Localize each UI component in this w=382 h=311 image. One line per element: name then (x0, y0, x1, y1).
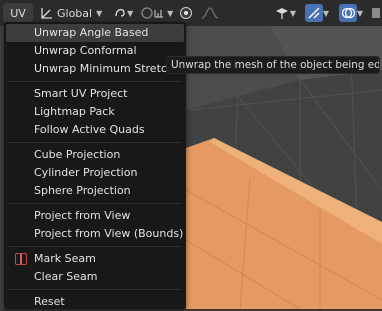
menu-separator (8, 81, 182, 82)
chevron-down-icon: ▼ (167, 8, 174, 18)
menu-item-label: Follow Active Quads (34, 123, 145, 136)
visibility-dropdown[interactable]: ▼ (271, 3, 299, 23)
menu-item-clear-seam[interactable]: Clear Seam (4, 268, 186, 286)
menu-item-label: Project from View (34, 209, 131, 222)
menu-item-project-from-view-bounds[interactable]: Project from View (Bounds) (4, 225, 186, 243)
chevron-down-icon: ▼ (289, 8, 297, 18)
tooltip-text: Unwrap the mesh of the object being edit… (171, 59, 379, 71)
falloff-dropdown[interactable] (198, 3, 222, 23)
shading-button[interactable] (370, 3, 382, 23)
proportional-edit-toggle[interactable] (177, 3, 195, 23)
uv-menu-label: UV (10, 6, 26, 20)
menu-item-label: Lightmap Pack (34, 105, 115, 118)
menu-separator (8, 246, 182, 247)
menu-item-sphere-projection[interactable]: Sphere Projection (4, 182, 186, 200)
menu-item-project-from-view[interactable]: Project from View (4, 207, 186, 225)
menu-item-label: Clear Seam (34, 270, 98, 283)
menu-item-label: Unwrap Angle Based (34, 26, 149, 39)
menu-item-follow-active-quads[interactable]: Follow Active Quads (4, 121, 186, 139)
menu-separator (8, 203, 182, 204)
menu-item-label: Smart UV Project (34, 87, 128, 100)
tooltip: Unwrap the mesh of the object being edit… (166, 56, 380, 74)
overlay-dropdown[interactable]: ▼ (335, 3, 367, 23)
gizmo-icon (304, 4, 323, 22)
shading-icon (371, 6, 381, 20)
falloff-icon (201, 7, 219, 19)
chevron-down-icon: ▼ (127, 8, 134, 18)
orientation-dropdown[interactable]: Global ▼ (36, 3, 106, 23)
pivot-icon (113, 6, 127, 20)
menu-item-label: Mark Seam (34, 252, 96, 265)
pivot-point-dropdown[interactable]: ▼ (109, 3, 137, 23)
visibility-icon (274, 6, 290, 20)
chevron-down-icon: ▼ (96, 8, 103, 18)
menu-separator (8, 289, 182, 290)
mark-seam-icon (15, 253, 27, 265)
menu-item-cylinder-projection[interactable]: Cylinder Projection (4, 164, 186, 182)
menu-item-label: Cylinder Projection (34, 166, 138, 179)
menu-item-mark-seam[interactable]: Mark Seam (4, 250, 186, 268)
orientation-label: Global (57, 6, 93, 20)
overlay-icon (338, 4, 357, 22)
menu-item-label: Reset (34, 295, 65, 308)
chevron-down-icon: ▼ (356, 8, 364, 18)
menu-separator (8, 142, 182, 143)
menu-item-label: Project from View (Bounds) (34, 227, 184, 240)
menu-item-label: Sphere Projection (34, 184, 131, 197)
uv-menu-button[interactable]: UV (3, 3, 33, 23)
menu-item-reset[interactable]: Reset (4, 293, 186, 311)
proportional-edit-icon (179, 6, 193, 20)
orientation-icon (40, 7, 53, 20)
menu-item-unwrap-conformal[interactable]: Unwrap Conformal (4, 42, 186, 60)
menu-item-label: Unwrap Minimum Stretch (34, 62, 174, 75)
menu-item-unwrap-minimum-stretch[interactable]: Unwrap Minimum Stretch (4, 60, 186, 78)
menu-item-label: Unwrap Conformal (34, 44, 137, 57)
gizmo-dropdown[interactable]: ▼ (302, 3, 332, 23)
chevron-down-icon: ▼ (322, 8, 330, 18)
menu-item-cube-projection[interactable]: Cube Projection (4, 146, 186, 164)
menu-item-unwrap-angle-based[interactable]: Unwrap Angle Based (6, 24, 184, 42)
snap-toggle[interactable]: ▼ (140, 3, 174, 23)
uv-menu: Unwrap Angle Based Unwrap Conformal Unwr… (4, 22, 186, 309)
menu-item-label: Cube Projection (34, 148, 121, 161)
snap-icon (141, 6, 167, 20)
menu-item-lightmap-pack[interactable]: Lightmap Pack (4, 103, 186, 121)
menu-item-smart-uv-project[interactable]: Smart UV Project (4, 85, 186, 103)
